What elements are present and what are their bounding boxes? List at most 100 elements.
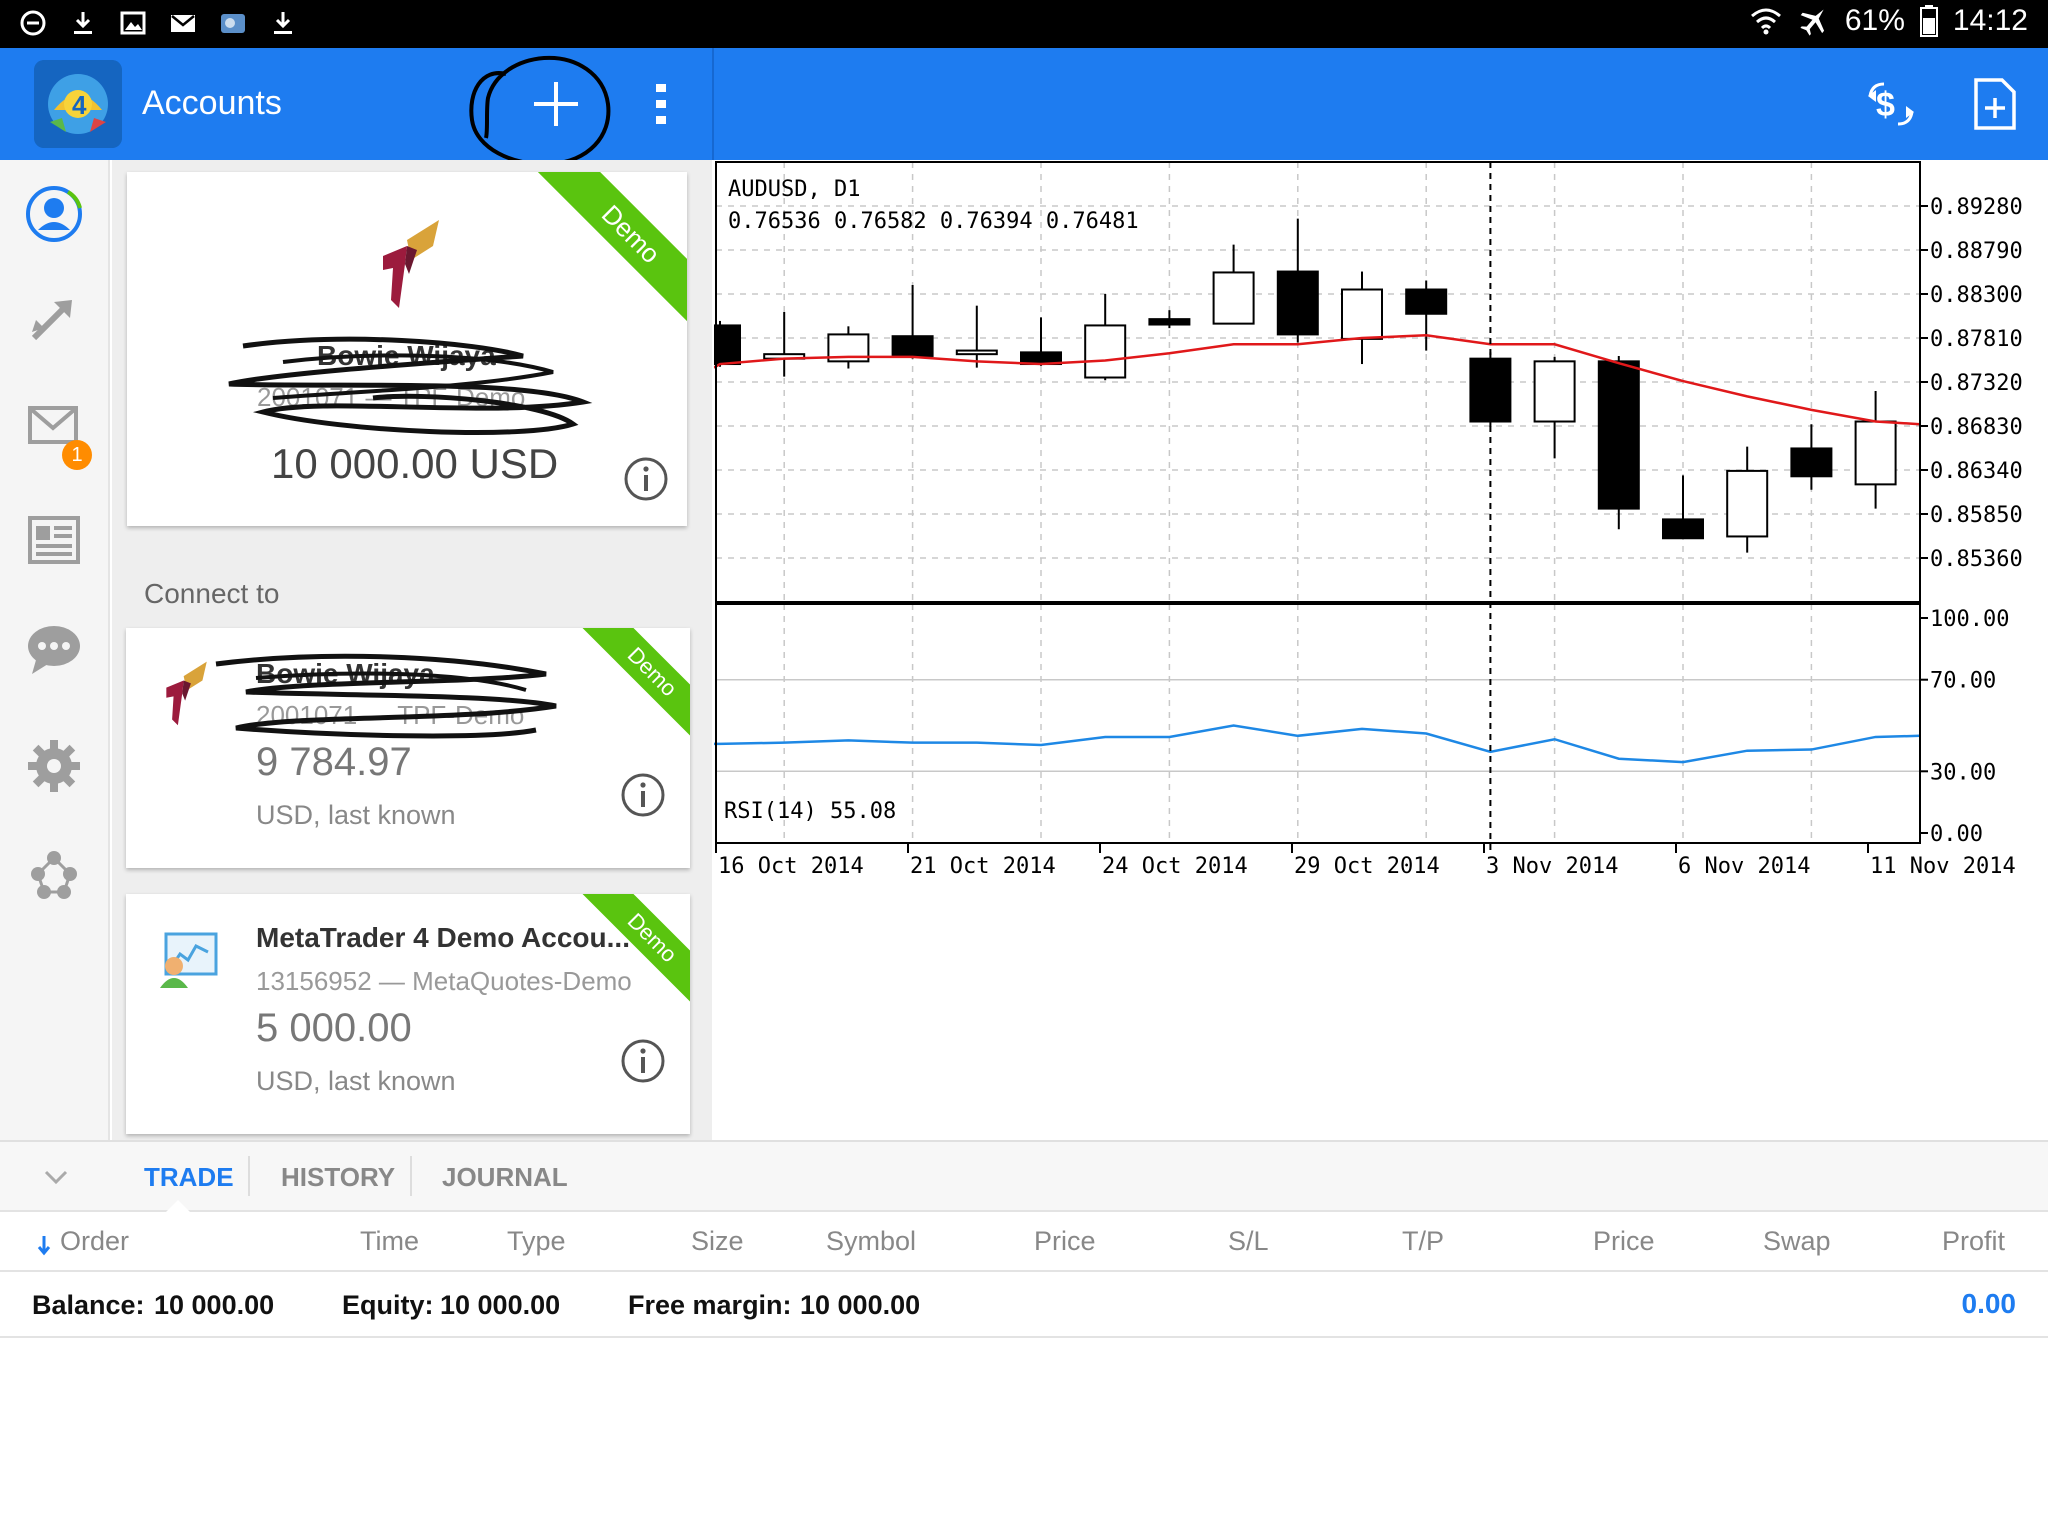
download-icon-2 xyxy=(274,12,292,34)
candle-body-bear xyxy=(891,335,934,357)
screen: 61% 14:12 4 Accounts $ 1 Demo Bowie Wija… xyxy=(0,0,2048,1536)
terminal-panel: TRADE HISTORY JOURNAL Order Time Type Si… xyxy=(0,1140,2048,1536)
candle xyxy=(1662,475,1704,540)
account-card[interactable]: Demo Bowie Wijaya 2001071 — TPF-Demo 9 7… xyxy=(126,628,690,868)
currency-note: USD, last known xyxy=(256,800,456,830)
gear-icon[interactable] xyxy=(24,736,84,796)
account-icon[interactable] xyxy=(24,184,84,244)
column-current-price[interactable]: Price xyxy=(1593,1226,1655,1257)
free-margin-value: 10 000.00 xyxy=(800,1290,921,1320)
rsi-tick-label: 30.00 xyxy=(1930,760,1996,785)
tab-trade[interactable]: TRADE xyxy=(144,1162,234,1193)
price-tick-label: 0.85850 xyxy=(1930,503,2023,528)
candle-body-bull xyxy=(955,349,998,356)
candle-body-bear xyxy=(1662,518,1704,540)
column-price[interactable]: Price xyxy=(1034,1226,1096,1257)
account-name: MetaTrader 4 Demo Accou... xyxy=(256,922,630,953)
clock: 14:12 xyxy=(1952,4,2028,37)
metaquotes-account-icon xyxy=(160,932,218,988)
battery-icon xyxy=(1919,5,1938,37)
column-profit[interactable]: Profit xyxy=(1942,1226,2005,1257)
equity-label: Equity: xyxy=(342,1290,434,1320)
add-account-button[interactable] xyxy=(518,72,594,136)
tab-history[interactable]: HISTORY xyxy=(281,1162,395,1193)
candle-body-bull xyxy=(1533,360,1576,423)
metatrader-logo-icon[interactable]: 4 xyxy=(34,60,122,148)
account-server: 13156952 — MetaQuotes-Demo xyxy=(256,966,632,996)
column-size[interactable]: Size xyxy=(691,1226,744,1257)
candle xyxy=(1726,446,1769,553)
demo-ribbon: Demo xyxy=(568,628,690,756)
price-chart[interactable]: 0.89280 0.88790 0.88300 0.87810 0.87320 0.868… xyxy=(714,160,2048,1140)
trade-dollar-icon[interactable]: $ xyxy=(1862,78,1920,130)
toolbar-divider xyxy=(712,48,714,160)
community-icon[interactable] xyxy=(24,844,84,904)
candle xyxy=(1276,218,1319,343)
chat-icon[interactable] xyxy=(24,620,84,680)
candle-body-bull xyxy=(1854,420,1897,486)
gmail-icon xyxy=(171,15,195,32)
candle-body-bull xyxy=(1084,324,1127,379)
new-order-icon[interactable] xyxy=(1972,76,2018,132)
image-icon xyxy=(120,11,146,35)
candle xyxy=(763,311,806,377)
balance-value: 10 000.00 xyxy=(154,1290,275,1320)
app-toolbar xyxy=(0,48,2048,160)
column-sl[interactable]: S/L xyxy=(1228,1226,1269,1257)
price-tick-label: 0.85360 xyxy=(1930,547,2023,572)
account-balance: 5 000.00 xyxy=(256,1006,412,1050)
candle-body-bull xyxy=(1341,288,1383,340)
navigation-sidebar: 1 xyxy=(0,160,110,1140)
candle xyxy=(1405,280,1448,351)
tab-separator xyxy=(248,1156,250,1196)
equity-value: 10 000.00 xyxy=(440,1290,561,1320)
column-time[interactable]: Time xyxy=(360,1226,419,1257)
chevron-down-icon[interactable] xyxy=(40,1164,72,1188)
tab-journal[interactable]: JOURNAL xyxy=(442,1162,568,1193)
candle xyxy=(1533,356,1576,459)
candle xyxy=(1597,355,1640,530)
rsi-line xyxy=(714,724,1921,764)
rsi-indicator xyxy=(714,724,1921,764)
mail-count-badge: 1 xyxy=(62,440,92,470)
broker-logo-icon xyxy=(166,661,207,726)
column-swap[interactable]: Swap xyxy=(1763,1226,1831,1257)
date-tick-label: 3 Nov 2014 xyxy=(1486,854,1618,879)
active-account-card[interactable]: Demo Bowie Wijaya 2001071 — TPF-Demo 10 … xyxy=(127,172,687,526)
trade-arrows-icon[interactable] xyxy=(24,288,84,348)
candle xyxy=(1341,271,1383,365)
column-type[interactable]: Type xyxy=(507,1226,566,1257)
price-tick-label: 0.88790 xyxy=(1930,239,2023,264)
currency-note: USD, last known xyxy=(256,1066,456,1096)
news-icon[interactable] xyxy=(24,510,84,570)
battery-percent: 61% xyxy=(1844,4,1905,37)
rsi-tick-label: 0.00 xyxy=(1930,822,1983,847)
chart-canvas[interactable]: 0.89280 0.88790 0.88300 0.87810 0.87320 0.868… xyxy=(714,160,2048,1140)
overflow-menu-icon[interactable] xyxy=(644,76,678,132)
active-tab-pointer xyxy=(166,1200,190,1212)
column-symbol[interactable]: Symbol xyxy=(826,1226,916,1257)
date-tick-label: 6 Nov 2014 xyxy=(1678,854,1810,879)
info-icon[interactable] xyxy=(623,456,669,502)
broker-logo-icon xyxy=(383,220,439,308)
wifi-icon xyxy=(1750,8,1781,35)
sort-arrow-down-icon[interactable] xyxy=(36,1234,52,1256)
info-icon[interactable] xyxy=(620,1038,666,1084)
info-icon[interactable] xyxy=(620,772,666,818)
account-card[interactable]: Demo MetaTrader 4 Demo Accou... 13156952… xyxy=(126,894,690,1134)
candle xyxy=(1790,424,1833,490)
price-tick-label: 0.89280 xyxy=(1930,195,2023,220)
date-tick-label: 24 Oct 2014 xyxy=(1102,854,1248,879)
candle-body-bear xyxy=(1790,447,1833,478)
column-tp[interactable]: T/P xyxy=(1402,1226,1444,1257)
date-tick-label: 16 Oct 2014 xyxy=(718,854,864,879)
symbol-label: AUDUSD, D1 xyxy=(728,177,860,202)
candle xyxy=(714,320,741,367)
candle-body-bull xyxy=(1726,469,1769,538)
price-tick-label: 0.87320 xyxy=(1930,371,2023,396)
rsi-panel-frame xyxy=(715,603,1921,844)
account-summary: Balance: 10 000.00 Equity: 10 000.00 Fre… xyxy=(0,1274,2048,1338)
ohlc-label: 0.76536 0.76582 0.76394 0.76481 xyxy=(728,209,1139,234)
column-order[interactable]: Order xyxy=(60,1226,129,1257)
terminal-tabs: TRADE HISTORY JOURNAL xyxy=(0,1142,2048,1212)
